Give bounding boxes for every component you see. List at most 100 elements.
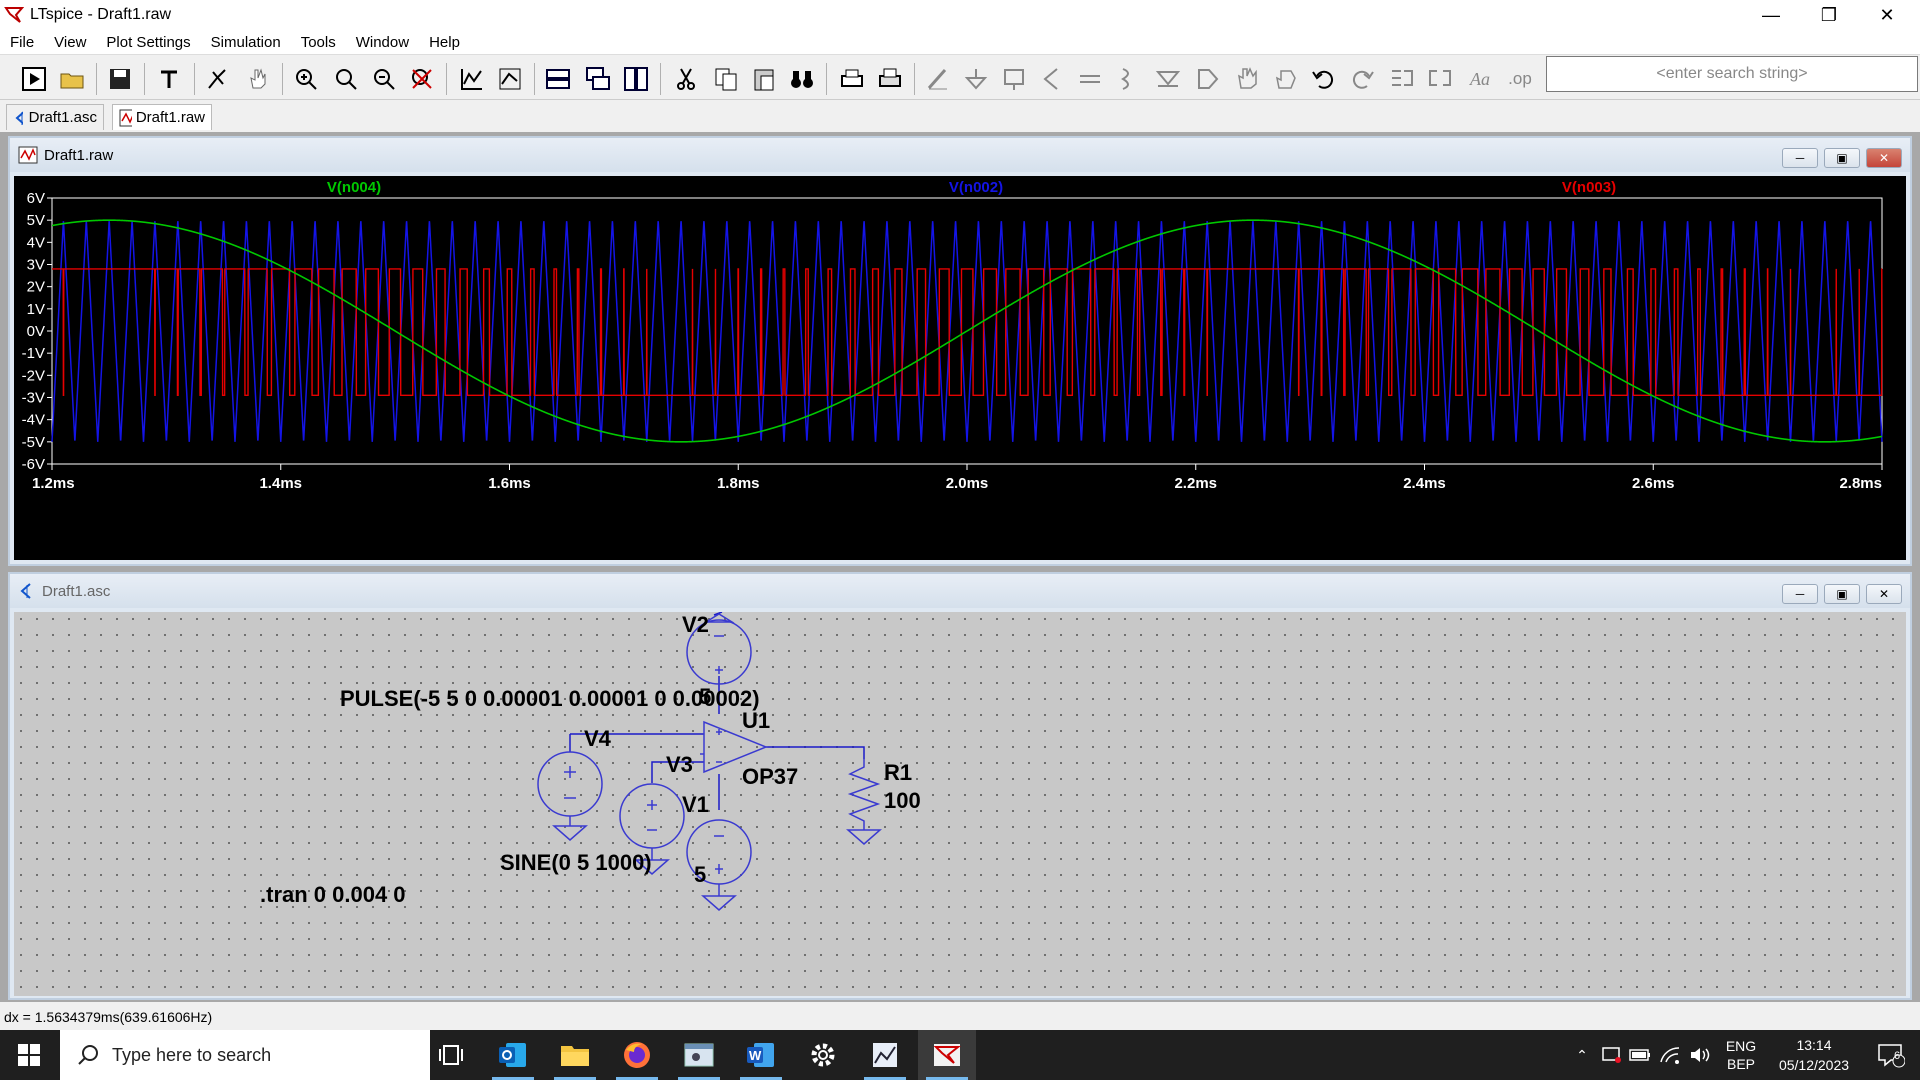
language-indicator[interactable]: ENG BEP (1716, 1030, 1766, 1080)
label-r1[interactable]: R1 (884, 760, 912, 785)
menu-view[interactable]: View (44, 34, 96, 51)
search-icon (78, 1045, 98, 1065)
mirror-icon[interactable] (1424, 63, 1456, 95)
battery-icon[interactable] (1626, 1030, 1654, 1080)
zoom-cancel-icon[interactable] (406, 63, 438, 95)
clock[interactable]: 13:14 05/12/2023 (1764, 1030, 1864, 1080)
cut-icon[interactable] (670, 63, 702, 95)
x-tick-label: 1.6ms (488, 475, 531, 492)
run-icon[interactable] (18, 63, 50, 95)
cascade-icon[interactable] (582, 63, 614, 95)
app-window-icon[interactable] (670, 1030, 728, 1080)
print-setup-icon[interactable] (874, 63, 906, 95)
zoom-in-icon[interactable] (290, 63, 322, 95)
tab-draft1-raw[interactable]: Draft1.raw (112, 104, 212, 130)
label-pulse[interactable]: PULSE(-5 5 0 0.00001 0.00001 0 0.00002) (340, 686, 760, 711)
volume-icon[interactable] (1686, 1030, 1714, 1080)
x-tick-label: 2.6ms (1632, 475, 1675, 492)
menu-plot-settings[interactable]: Plot Settings (96, 34, 200, 51)
child-minimize-button[interactable]: ─ (1782, 584, 1818, 604)
document-tabs: Draft1.asc Draft1.raw (0, 100, 1920, 132)
child-maximize-button[interactable]: ▣ (1824, 584, 1860, 604)
notifications-icon[interactable]: 6 (1866, 1030, 1916, 1080)
y-tick-label: 2V (27, 279, 45, 296)
file-explorer-icon[interactable] (546, 1030, 604, 1080)
task-view-icon[interactable] (422, 1030, 480, 1080)
label-v3[interactable]: V3 (666, 752, 693, 777)
capacitor-icon[interactable] (1074, 63, 1106, 95)
search-input[interactable]: <enter search string> (1546, 56, 1918, 92)
notification-count: 6 (1894, 1050, 1901, 1062)
taskbar-search-input[interactable]: Type here to search (60, 1030, 430, 1080)
settings-gear-icon[interactable] (794, 1030, 852, 1080)
redo-icon[interactable] (1346, 63, 1378, 95)
control-panel-hammer-icon[interactable] (154, 63, 186, 95)
y-tick-label: -1V (22, 345, 45, 362)
autorange-icon[interactable] (456, 63, 488, 95)
child-maximize-button[interactable]: ▣ (1824, 148, 1860, 168)
schematic-canvas[interactable]: V2 5 PULSE(-5 5 0 0.00001 0.00001 0 0.00… (14, 612, 1906, 996)
zoom-fit-icon[interactable] (330, 63, 362, 95)
move-hand-icon[interactable] (1232, 63, 1264, 95)
inductor-icon[interactable] (1112, 63, 1144, 95)
child-close-button[interactable]: ✕ (1866, 148, 1902, 168)
diode-icon[interactable] (1152, 63, 1184, 95)
label-v2[interactable]: V2 (682, 612, 709, 637)
paste-icon[interactable] (748, 63, 780, 95)
outlook-icon[interactable] (484, 1030, 542, 1080)
child-minimize-button[interactable]: ─ (1782, 148, 1818, 168)
close-button[interactable]: ✕ (1858, 0, 1916, 30)
menu-tools[interactable]: Tools (291, 34, 346, 51)
ground-icon[interactable] (960, 63, 992, 95)
label-sine[interactable]: SINE(0 5 1000) (500, 850, 652, 875)
svg-text:W: W (749, 1048, 762, 1063)
child-close-button[interactable]: ✕ (1866, 584, 1902, 604)
label-v1-value[interactable]: 5 (694, 862, 706, 887)
undo-icon[interactable] (1308, 63, 1340, 95)
label-tran-directive[interactable]: .tran 0 0.004 0 (260, 882, 406, 907)
label-v1[interactable]: V1 (682, 792, 709, 817)
label-v4[interactable]: V4 (584, 726, 612, 751)
halt-icon[interactable] (202, 63, 234, 95)
text-icon[interactable]: Aa (1464, 63, 1496, 95)
manual-range-icon[interactable] (494, 63, 526, 95)
firefox-icon[interactable] (608, 1030, 666, 1080)
component-icon[interactable] (1192, 63, 1224, 95)
find-binoculars-icon[interactable] (786, 63, 818, 95)
label-net-icon[interactable] (998, 63, 1030, 95)
menu-help[interactable]: Help (419, 34, 470, 51)
taskbar: Type here to search W ⌃ ENG BEP 13:14 05… (0, 1030, 1920, 1080)
open-folder-icon[interactable] (56, 63, 88, 95)
tile-vertical-icon[interactable] (620, 63, 652, 95)
drag-hand-icon[interactable] (1270, 63, 1302, 95)
tray-app-icon[interactable] (1598, 1030, 1626, 1080)
windows-start-icon[interactable] (0, 1030, 58, 1080)
spice-directive-icon[interactable]: .op (1504, 63, 1536, 95)
wifi-icon[interactable] (1656, 1030, 1684, 1080)
ltspice-taskbar-icon[interactable] (918, 1030, 976, 1080)
copy-icon[interactable] (710, 63, 742, 95)
print-icon[interactable] (836, 63, 868, 95)
pan-hand-icon[interactable] (242, 63, 274, 95)
label-op37[interactable]: OP37 (742, 764, 798, 789)
label-r1-value[interactable]: 100 (884, 788, 921, 813)
tab-draft1-asc[interactable]: Draft1.asc (6, 104, 104, 130)
save-icon[interactable] (104, 63, 136, 95)
restore-button[interactable]: ❐ (1800, 0, 1858, 30)
tab-label: Draft1.asc (28, 109, 97, 126)
app-chart-icon[interactable] (856, 1030, 914, 1080)
legend-v-n004-: V(n004) (327, 179, 381, 196)
minimize-button[interactable]: — (1742, 0, 1800, 30)
label-u1[interactable]: U1 (742, 708, 770, 733)
menu-window[interactable]: Window (346, 34, 419, 51)
menu-simulation[interactable]: Simulation (201, 34, 291, 51)
draw-wire-icon[interactable] (922, 63, 954, 95)
menu-file[interactable]: File (0, 34, 44, 51)
zoom-out-icon[interactable] (368, 63, 400, 95)
waveform-plot[interactable]: 6V 5V 4V 3V 2V 1V 0V -1V -2V -3V -4V -5V -6V 1.2ms 1.4… (14, 176, 1906, 560)
tile-horizontal-icon[interactable] (542, 63, 574, 95)
word-icon[interactable]: W (732, 1030, 790, 1080)
resistor-icon[interactable] (1036, 63, 1068, 95)
rotate-icon[interactable] (1386, 63, 1418, 95)
tray-overflow-chevron-icon[interactable]: ⌃ (1568, 1030, 1596, 1080)
